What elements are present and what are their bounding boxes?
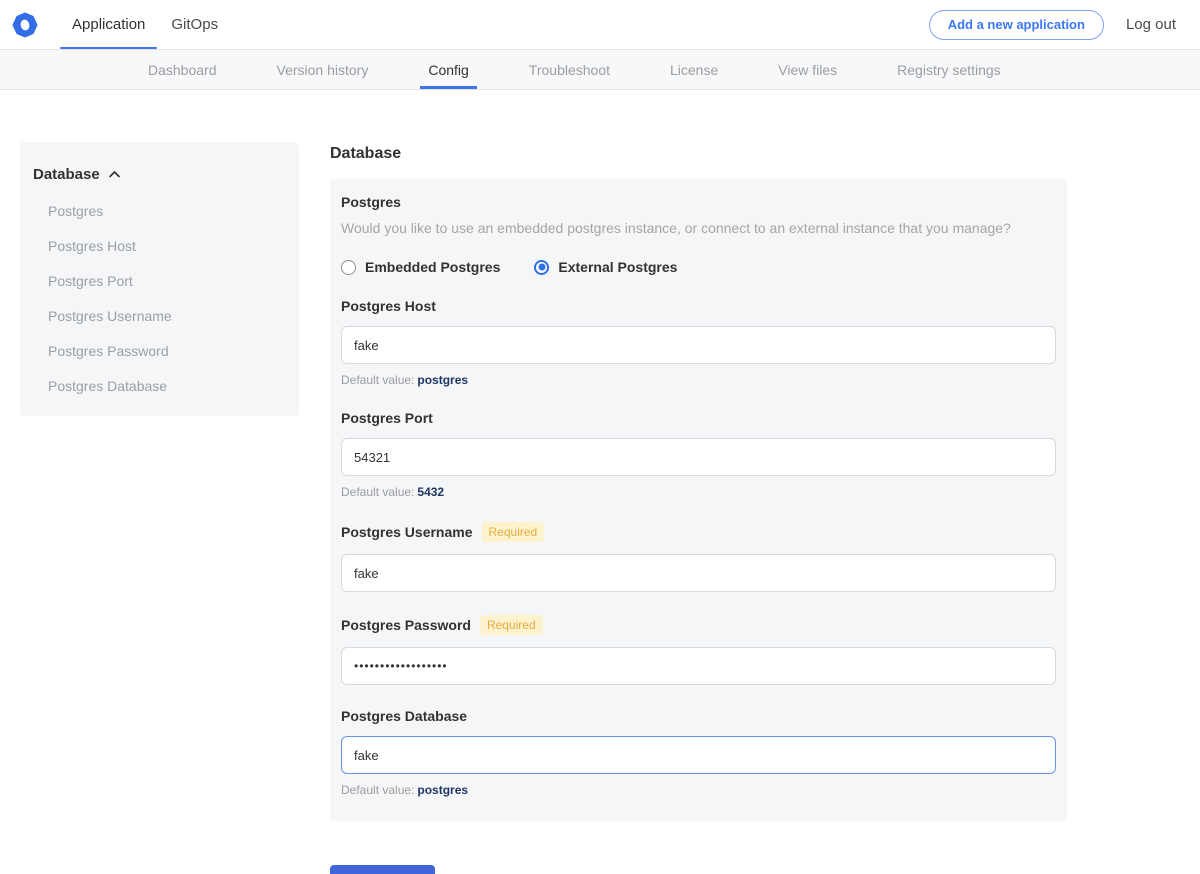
- postgres-password-input[interactable]: [341, 647, 1056, 685]
- sidebar-item-postgres-database[interactable]: Postgres Database: [20, 376, 299, 396]
- default-value: postgres: [417, 373, 468, 387]
- radio-checked-icon: [534, 260, 549, 275]
- default-value-prefix: Default value:: [341, 373, 414, 387]
- subtab-troubleshoot[interactable]: Troubleshoot: [529, 50, 610, 89]
- default-value-helper: Default value:5432: [341, 485, 1056, 499]
- top-navbar: Application GitOps Add a new application…: [0, 0, 1200, 50]
- required-badge: Required: [482, 522, 545, 542]
- sidebar-item-postgres-username[interactable]: Postgres Username: [20, 306, 299, 326]
- subtab-view-files[interactable]: View files: [778, 50, 837, 89]
- field-label: Postgres Username: [341, 524, 473, 540]
- field-label: Postgres Host: [341, 298, 436, 314]
- postgres-username-input[interactable]: [341, 554, 1056, 592]
- sidebar-group-label: Database: [33, 166, 100, 183]
- group-description: Would you like to use an embedded postgr…: [341, 219, 1056, 238]
- radio-external-label: External Postgres: [558, 259, 677, 275]
- postgres-port-input[interactable]: [341, 438, 1056, 476]
- postgres-mode-radios: Embedded Postgres External Postgres: [341, 259, 1056, 275]
- sidebar-item-postgres-host[interactable]: Postgres Host: [20, 236, 299, 256]
- tab-application-label: Application: [72, 16, 145, 33]
- group-name: Postgres: [341, 194, 1056, 210]
- field-postgres-host: Postgres Host Default value:postgres: [341, 298, 1056, 387]
- field-postgres-database: Postgres Database Default value:postgres: [341, 708, 1056, 797]
- page-title: Database: [330, 145, 1067, 163]
- tab-application[interactable]: Application: [72, 0, 145, 49]
- config-content: Database Postgres Would you like to use …: [330, 142, 1067, 874]
- sidebar-items: Postgres Postgres Host Postgres Port Pos…: [20, 201, 299, 396]
- sidebar-item-postgres-port[interactable]: Postgres Port: [20, 271, 299, 291]
- field-postgres-port: Postgres Port Default value:5432: [341, 410, 1056, 499]
- database-config-panel: Postgres Would you like to use an embedd…: [330, 179, 1067, 821]
- sidebar-group-database[interactable]: Database: [20, 166, 299, 183]
- default-value-helper: Default value:postgres: [341, 783, 1056, 797]
- main-area: Database Postgres Postgres Host Postgres…: [0, 142, 1200, 874]
- field-label: Postgres Database: [341, 708, 467, 724]
- radio-embedded-label: Embedded Postgres: [365, 259, 500, 275]
- subtab-registry-settings[interactable]: Registry settings: [897, 50, 1000, 89]
- app-subnav: Dashboard Version history Config Trouble…: [0, 50, 1200, 90]
- default-value-prefix: Default value:: [341, 485, 414, 499]
- chevron-up-icon: [108, 170, 121, 179]
- add-application-button[interactable]: Add a new application: [929, 10, 1104, 40]
- subtab-version-history[interactable]: Version history: [277, 50, 369, 89]
- subtab-config[interactable]: Config: [428, 50, 468, 89]
- replicated-logo-icon[interactable]: [12, 12, 38, 38]
- field-postgres-password: Postgres Password Required: [341, 615, 1056, 685]
- radio-external-postgres[interactable]: External Postgres: [534, 259, 677, 275]
- sidebar-item-postgres-password[interactable]: Postgres Password: [20, 341, 299, 361]
- subtab-license[interactable]: License: [670, 50, 718, 89]
- tab-gitops-label: GitOps: [171, 16, 218, 33]
- default-value: postgres: [417, 783, 468, 797]
- logout-link[interactable]: Log out: [1126, 16, 1176, 33]
- subtab-dashboard[interactable]: Dashboard: [148, 50, 217, 89]
- top-tabs: Application GitOps: [72, 0, 218, 49]
- radio-embedded-postgres[interactable]: Embedded Postgres: [341, 259, 500, 275]
- postgres-host-input[interactable]: [341, 326, 1056, 364]
- field-label: Postgres Port: [341, 410, 433, 426]
- radio-unchecked-icon: [341, 260, 356, 275]
- save-config-button[interactable]: Save config: [330, 865, 435, 874]
- default-value-helper: Default value:postgres: [341, 373, 1056, 387]
- default-value: 5432: [417, 485, 444, 499]
- field-postgres-username: Postgres Username Required: [341, 522, 1056, 592]
- tab-gitops[interactable]: GitOps: [171, 0, 218, 49]
- field-label: Postgres Password: [341, 617, 471, 633]
- postgres-database-input[interactable]: [341, 736, 1056, 774]
- sidebar-item-postgres[interactable]: Postgres: [20, 201, 299, 221]
- topnav-right: Add a new application Log out: [929, 10, 1176, 40]
- required-badge: Required: [480, 615, 543, 635]
- default-value-prefix: Default value:: [341, 783, 414, 797]
- config-sidebar: Database Postgres Postgres Host Postgres…: [20, 142, 299, 416]
